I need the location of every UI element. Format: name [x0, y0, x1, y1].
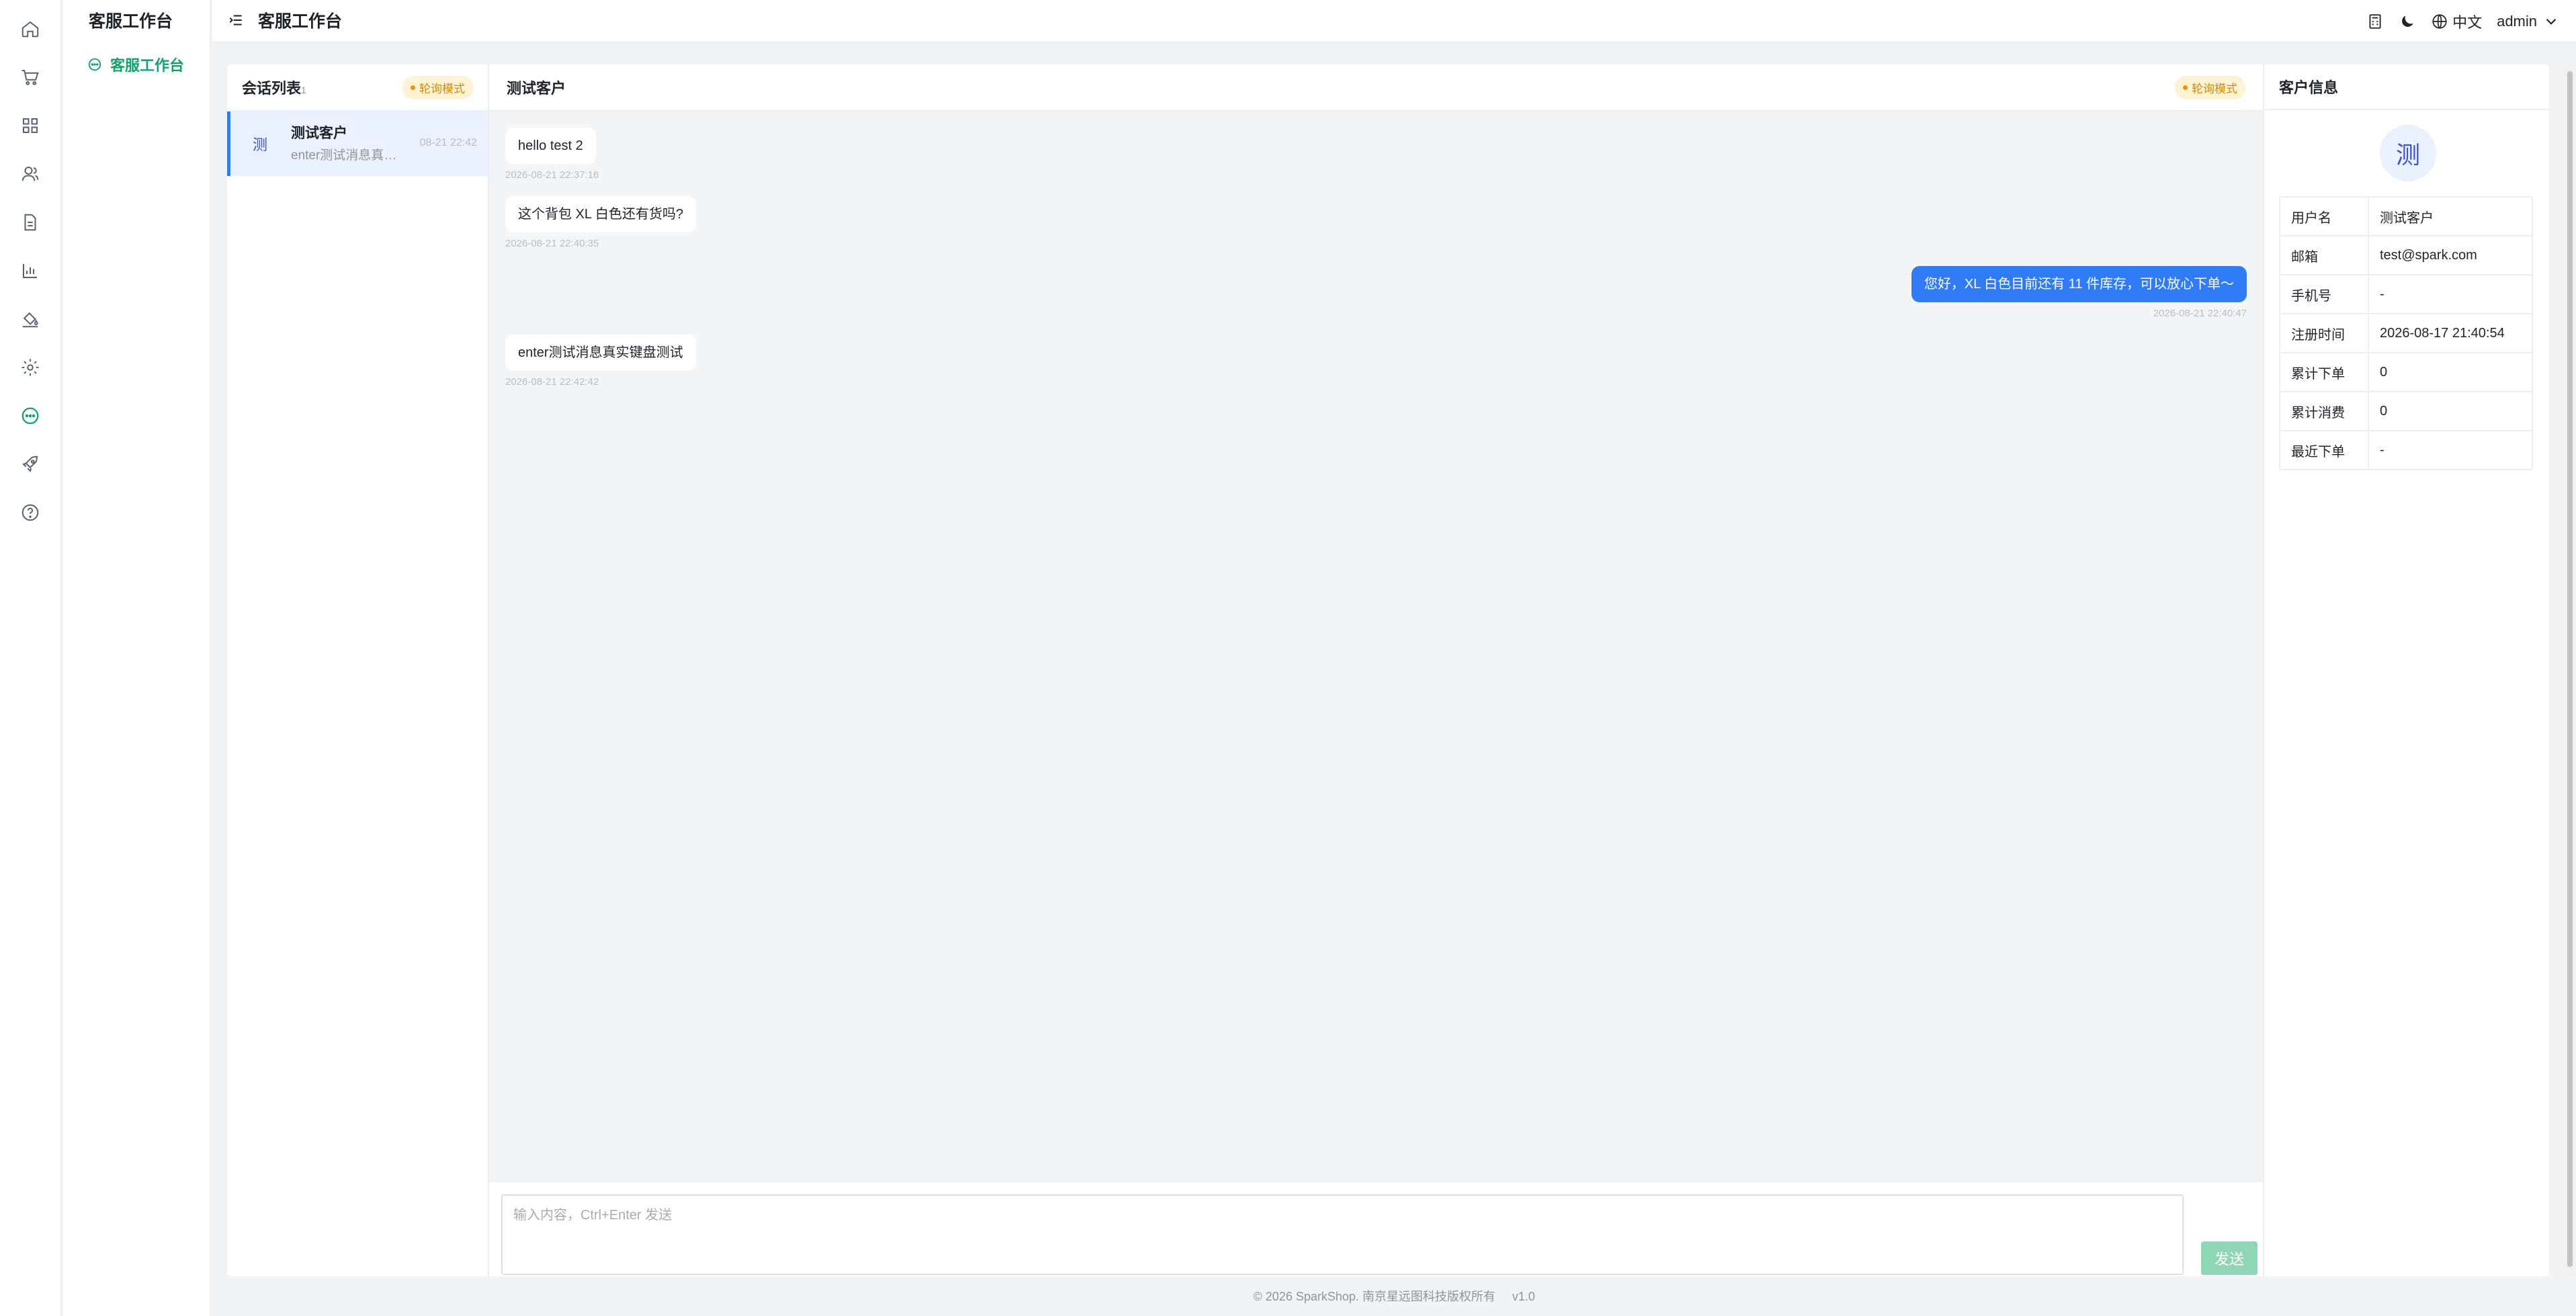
users-icon[interactable] — [17, 161, 43, 187]
info-row: 邮箱 test@spark.com — [2279, 235, 2533, 275]
info-value: test@spark.com — [2368, 235, 2533, 275]
avatar: 测 — [247, 130, 273, 157]
chat-panel: 测试客户 轮询模式 hello test 2 2026-08-21 22:37:… — [489, 64, 2264, 1276]
page-title: 客服工作台 — [258, 12, 343, 31]
icon-rail — [0, 0, 62, 1316]
footer: © 2026 SparkShop. 南京星远图科技版权所有 v1.0 — [212, 1278, 2576, 1316]
polling-mode-badge: 轮询模式 — [2175, 75, 2245, 99]
user-name: admin — [2497, 13, 2537, 30]
gear-icon[interactable] — [17, 355, 43, 380]
footer-version: v1.0 — [1512, 1290, 1535, 1303]
info-value: 测试客户 — [2368, 196, 2533, 236]
rocket-icon[interactable] — [17, 451, 43, 477]
info-row: 用户名 测试客户 — [2279, 196, 2533, 236]
info-value: - — [2368, 430, 2533, 470]
info-value: - — [2368, 274, 2533, 314]
chart-icon[interactable] — [17, 258, 43, 283]
avatar: 测 — [2380, 125, 2436, 181]
chat-icon — [88, 58, 101, 71]
sub-menu: 客服工作台 客服工作台 — [63, 0, 211, 1316]
submenu-item-service-desk[interactable]: 客服工作台 — [87, 52, 184, 77]
polling-mode-badge: 轮询模式 — [402, 75, 473, 99]
message-bubble: hello test 2 — [505, 128, 596, 164]
message-time: 2026-08-21 22:42:42 — [505, 376, 599, 388]
info-value: 0 — [2368, 352, 2533, 392]
send-button[interactable]: 发送 — [2201, 1241, 2258, 1275]
chat-header: 测试客户 轮询模式 — [489, 64, 2263, 112]
moon-icon[interactable] — [2399, 13, 2416, 30]
customer-info-panel: 客户信息 测 用户名 测试客户 邮箱 test@spark.com 手机号 - 注册时… — [2264, 64, 2549, 1276]
conversation-list-header: 会话列表1 轮询模式 — [227, 64, 488, 112]
info-row: 累计下单 0 — [2279, 352, 2533, 392]
conversation-preview: enter测试消息真实键盘测试 — [291, 148, 405, 163]
menu-collapse-icon[interactable] — [227, 11, 245, 29]
message-composer: 发送 — [489, 1182, 2263, 1276]
help-icon[interactable] — [17, 500, 43, 525]
info-value: 0 — [2368, 391, 2533, 431]
submenu-title: 客服工作台 — [89, 12, 173, 31]
chat-title: 测试客户 — [507, 80, 566, 97]
workspace-card: 会话列表1 轮询模式 测 测试客户 enter测试消息真实键盘测试 08-21 … — [227, 64, 2549, 1276]
customer-info-header: 客户信息 — [2264, 64, 2549, 110]
message-incoming: 这个背包 XL 白色还有货吗? 2026-08-21 22:40:35 — [505, 196, 696, 249]
info-label: 邮箱 — [2279, 235, 2369, 275]
info-label: 累计消费 — [2279, 391, 2369, 431]
customer-info-title: 客户信息 — [2279, 79, 2339, 96]
language-switch[interactable]: 中文 — [2431, 11, 2482, 32]
home-icon[interactable] — [17, 16, 43, 42]
paint-bucket-icon[interactable] — [17, 306, 43, 332]
info-label: 注册时间 — [2279, 313, 2369, 353]
customer-info-table: 用户名 测试客户 邮箱 test@spark.com 手机号 - 注册时间 2026-0… — [2279, 196, 2533, 470]
message-incoming: enter测试消息真实键盘测试 2026-08-21 22:42:42 — [505, 335, 696, 388]
submenu-item-label: 客服工作台 — [110, 57, 185, 74]
message-area[interactable]: hello test 2 2026-08-21 22:37:16 这个背包 XL… — [489, 112, 2263, 1182]
message-time: 2026-08-21 22:40:47 — [2153, 308, 2247, 319]
page-scrollbar[interactable] — [2564, 64, 2576, 1276]
conversation-item[interactable]: 测 测试客户 enter测试消息真实键盘测试 08-21 22:42 — [227, 112, 488, 176]
info-row: 手机号 - — [2279, 274, 2533, 314]
scrollbar-thumb[interactable] — [2567, 71, 2573, 1267]
conversation-count: 1 — [301, 85, 306, 95]
language-label: 中文 — [2452, 14, 2483, 31]
cart-icon[interactable] — [17, 64, 43, 90]
info-row: 注册时间 2026-08-17 21:40:54 — [2279, 313, 2533, 353]
user-menu[interactable]: admin — [2497, 13, 2560, 30]
grid-icon[interactable] — [17, 113, 43, 138]
conversation-name: 测试客户 — [291, 126, 347, 141]
chevron-down-icon — [2546, 18, 2557, 25]
header-actions: 中文 admin — [2366, 8, 2560, 35]
info-label: 用户名 — [2279, 196, 2369, 236]
message-outgoing: 您好，XL 白色目前还有 11 件库存，可以放心下单～ 2026-08-21 2… — [1911, 266, 2247, 319]
conversation-time: 08-21 22:42 — [419, 137, 477, 148]
message-time: 2026-08-21 22:40:35 — [505, 238, 599, 249]
message-time: 2026-08-21 22:37:16 — [505, 169, 599, 181]
document-icon[interactable] — [17, 210, 43, 235]
info-label: 累计下单 — [2279, 352, 2369, 392]
info-label: 手机号 — [2279, 274, 2369, 314]
top-header: 客服工作台 中文 admin — [212, 0, 2576, 43]
footer-copyright: © 2026 SparkShop. 南京星远图科技版权所有 — [1253, 1290, 1496, 1303]
calculator-icon[interactable] — [2366, 13, 2384, 30]
message-bubble: enter测试消息真实键盘测试 — [505, 335, 696, 371]
chat-icon[interactable] — [17, 403, 43, 429]
info-label: 最近下单 — [2279, 430, 2369, 470]
message-incoming: hello test 2 2026-08-21 22:37:16 — [505, 128, 599, 181]
info-value: 2026-08-17 21:40:54 — [2368, 313, 2533, 353]
info-row: 累计消费 0 — [2279, 391, 2533, 431]
globe-icon — [2432, 14, 2447, 29]
message-input[interactable] — [501, 1194, 2184, 1275]
conversation-list-title: 会话列表1 — [242, 80, 306, 97]
message-bubble: 您好，XL 白色目前还有 11 件库存，可以放心下单～ — [1911, 266, 2247, 302]
info-row: 最近下单 - — [2279, 430, 2533, 470]
message-bubble: 这个背包 XL 白色还有货吗? — [505, 196, 696, 232]
conversation-list: 会话列表1 轮询模式 测 测试客户 enter测试消息真实键盘测试 08-21 … — [227, 64, 489, 1276]
